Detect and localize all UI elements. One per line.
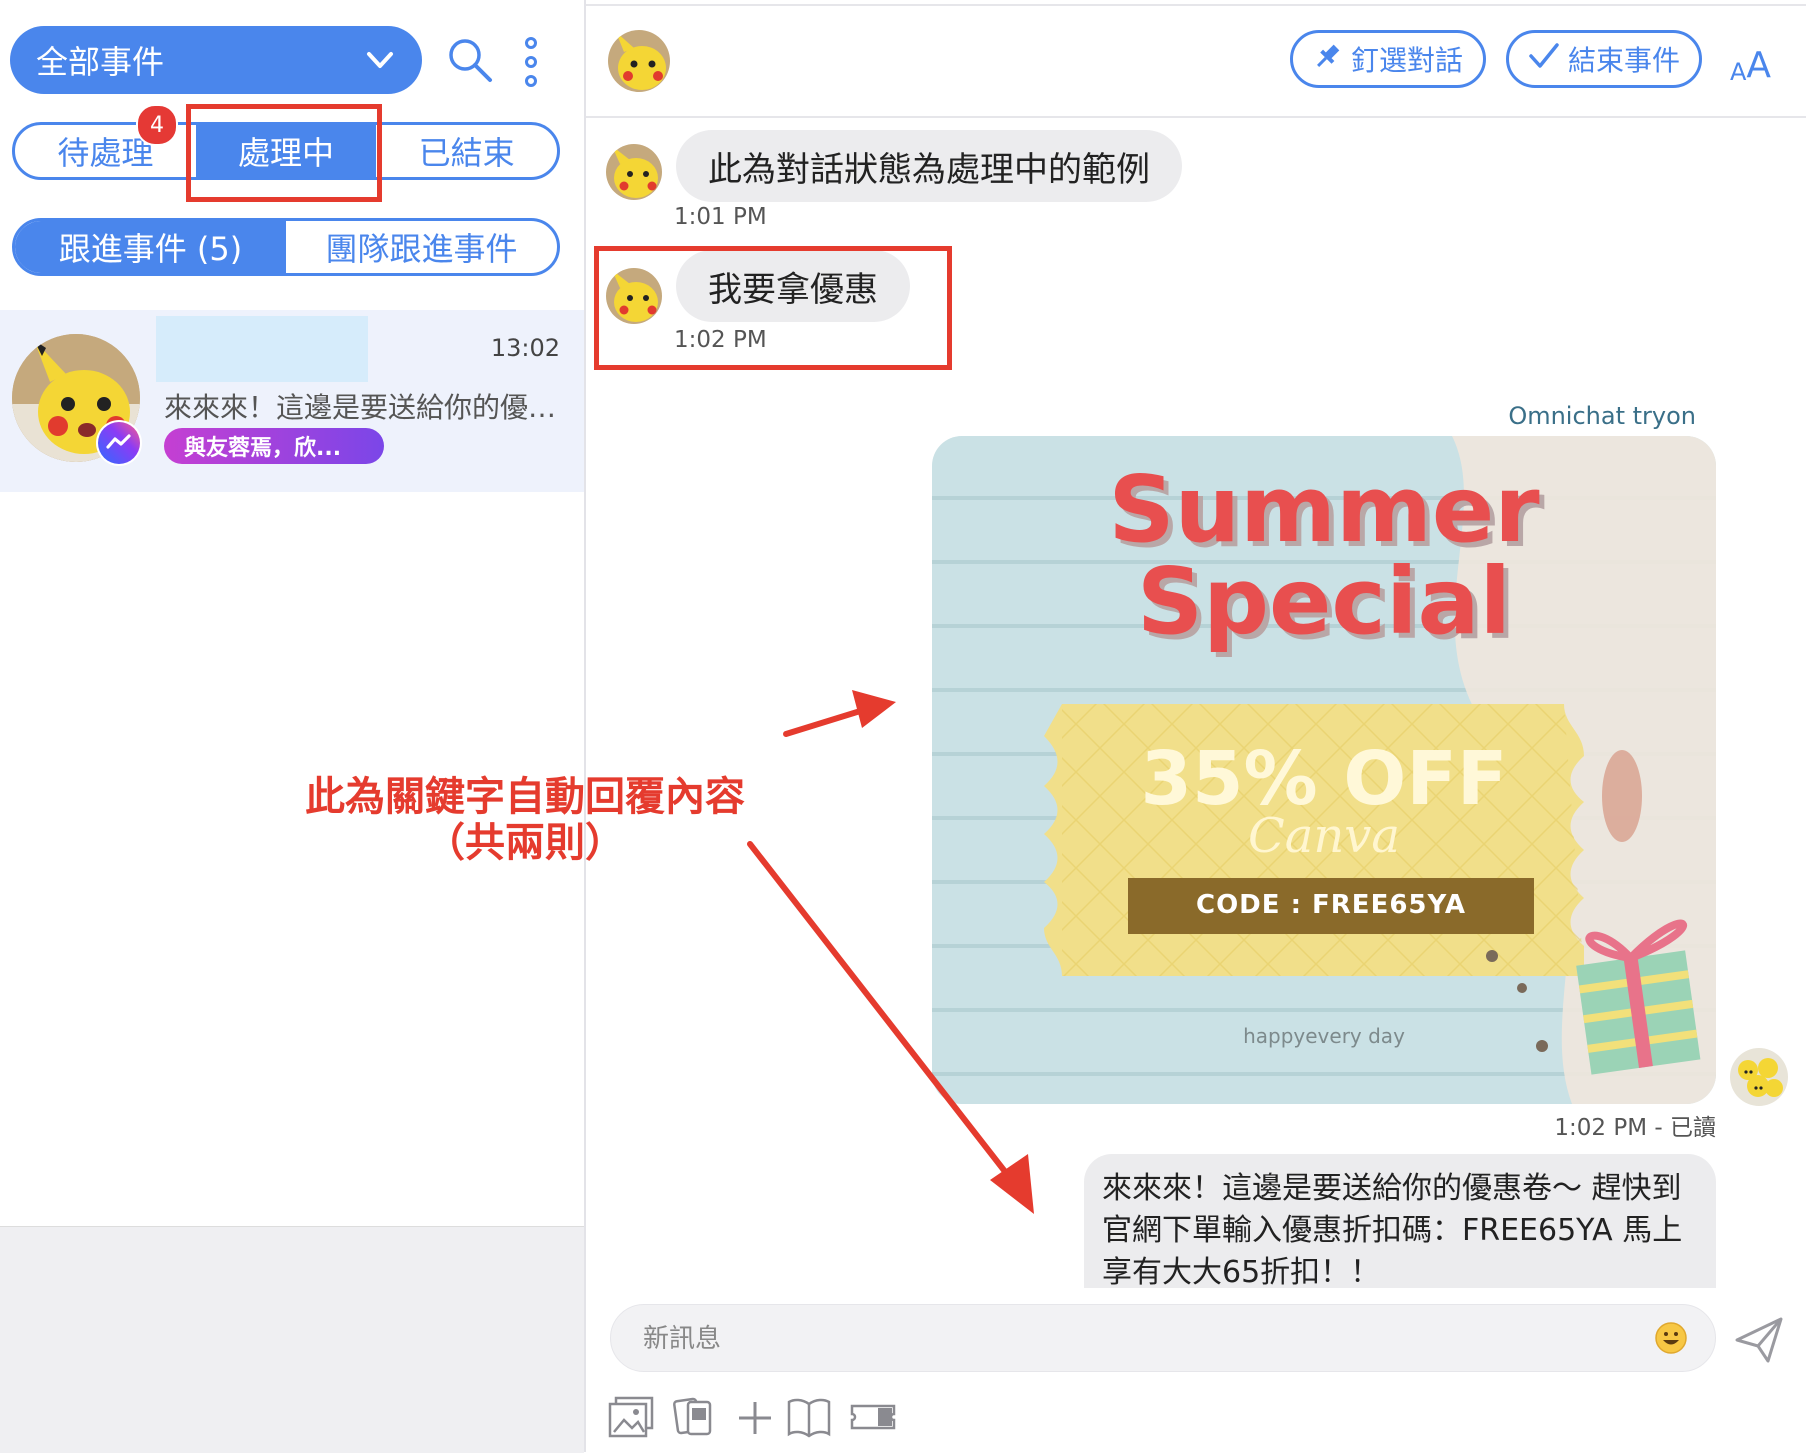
highlight-box-processing-tab bbox=[186, 104, 382, 202]
font-size-button[interactable]: AA bbox=[1730, 36, 1790, 86]
coupon-title-line1: Summer bbox=[1108, 456, 1540, 563]
conversation-time: 13:02 bbox=[490, 334, 560, 362]
coupon-footer: happyevery day bbox=[1243, 1024, 1405, 1048]
message-time: 1:01 PM bbox=[674, 204, 767, 230]
search-icon[interactable] bbox=[446, 36, 494, 84]
annotation-text: 此為關鍵字自動回覆內容 （共兩則） bbox=[260, 774, 790, 866]
emoji-icon[interactable] bbox=[1654, 1321, 1688, 1355]
coupon-code: CODE : FREE65YA bbox=[1196, 890, 1466, 920]
message-input[interactable] bbox=[641, 1319, 1605, 1359]
panel-divider bbox=[584, 0, 586, 1452]
messenger-icon bbox=[96, 420, 142, 466]
header-divider bbox=[586, 116, 1806, 118]
check-icon bbox=[1528, 41, 1560, 78]
coupon-image[interactable]: Summer Special 35% OFF Canva CODE : FREE… bbox=[932, 436, 1716, 1104]
pin-icon bbox=[1313, 41, 1343, 78]
annotation-line1: 此為關鍵字自動回覆內容 bbox=[305, 774, 745, 820]
contact-name-redacted bbox=[156, 316, 368, 382]
follow-tabs: 跟進事件 (5) 團隊跟進事件 bbox=[12, 218, 560, 276]
conversation-preview: 來來來！這邊是要送給你的優惠卷～ bbox=[164, 391, 564, 424]
coupon-ticket-icon[interactable] bbox=[850, 1396, 896, 1438]
top-border bbox=[586, 4, 1806, 6]
conversation-tag[interactable]: 與友蓉焉，欣... bbox=[164, 428, 384, 464]
avatar bbox=[606, 144, 662, 200]
tab-closed[interactable]: 已結束 bbox=[376, 125, 557, 177]
event-filter-label: 全部事件 bbox=[36, 43, 165, 81]
pending-count-badge: 4 bbox=[136, 104, 178, 146]
avatar[interactable] bbox=[608, 30, 670, 92]
plus-icon[interactable] bbox=[732, 1396, 778, 1438]
message-composer bbox=[610, 1304, 1716, 1372]
tab-my-follow[interactable]: 跟進事件 (5) bbox=[15, 221, 286, 273]
coupon-title-line2: Special bbox=[1136, 548, 1512, 655]
image-upload-icon[interactable] bbox=[608, 1396, 654, 1438]
book-icon[interactable] bbox=[786, 1396, 832, 1438]
reply-text-bubble: 來來來！這邊是要送給你的優惠卷～ 趕快到官網下單輸入優惠折扣碼：FREE65YA… bbox=[1084, 1154, 1716, 1288]
highlight-box-keyword-message bbox=[594, 246, 952, 370]
close-event-button[interactable]: 結束事件 bbox=[1506, 30, 1702, 88]
message-bubble: 此為對話狀態為處理中的範例 bbox=[676, 130, 1182, 202]
read-receipt-avatar bbox=[1730, 1048, 1788, 1106]
pin-conversation-button[interactable]: 釘選對話 bbox=[1290, 30, 1486, 88]
event-filter-dropdown[interactable]: 全部事件 bbox=[10, 26, 422, 94]
annotation-line2: （共兩則） bbox=[425, 820, 625, 866]
coupon-brand: Canva bbox=[1248, 808, 1400, 864]
chevron-down-icon bbox=[364, 40, 396, 88]
more-options-icon[interactable] bbox=[520, 36, 542, 88]
tab-team-follow[interactable]: 團隊跟進事件 bbox=[286, 221, 557, 273]
sidebar-empty-area bbox=[0, 1226, 584, 1453]
card-gallery-icon[interactable] bbox=[672, 1396, 718, 1438]
sender-name: Omnichat tryon bbox=[1508, 402, 1696, 430]
send-icon[interactable] bbox=[1734, 1316, 1784, 1364]
message-time: 1:02 PM - 已讀 bbox=[1554, 1115, 1716, 1141]
